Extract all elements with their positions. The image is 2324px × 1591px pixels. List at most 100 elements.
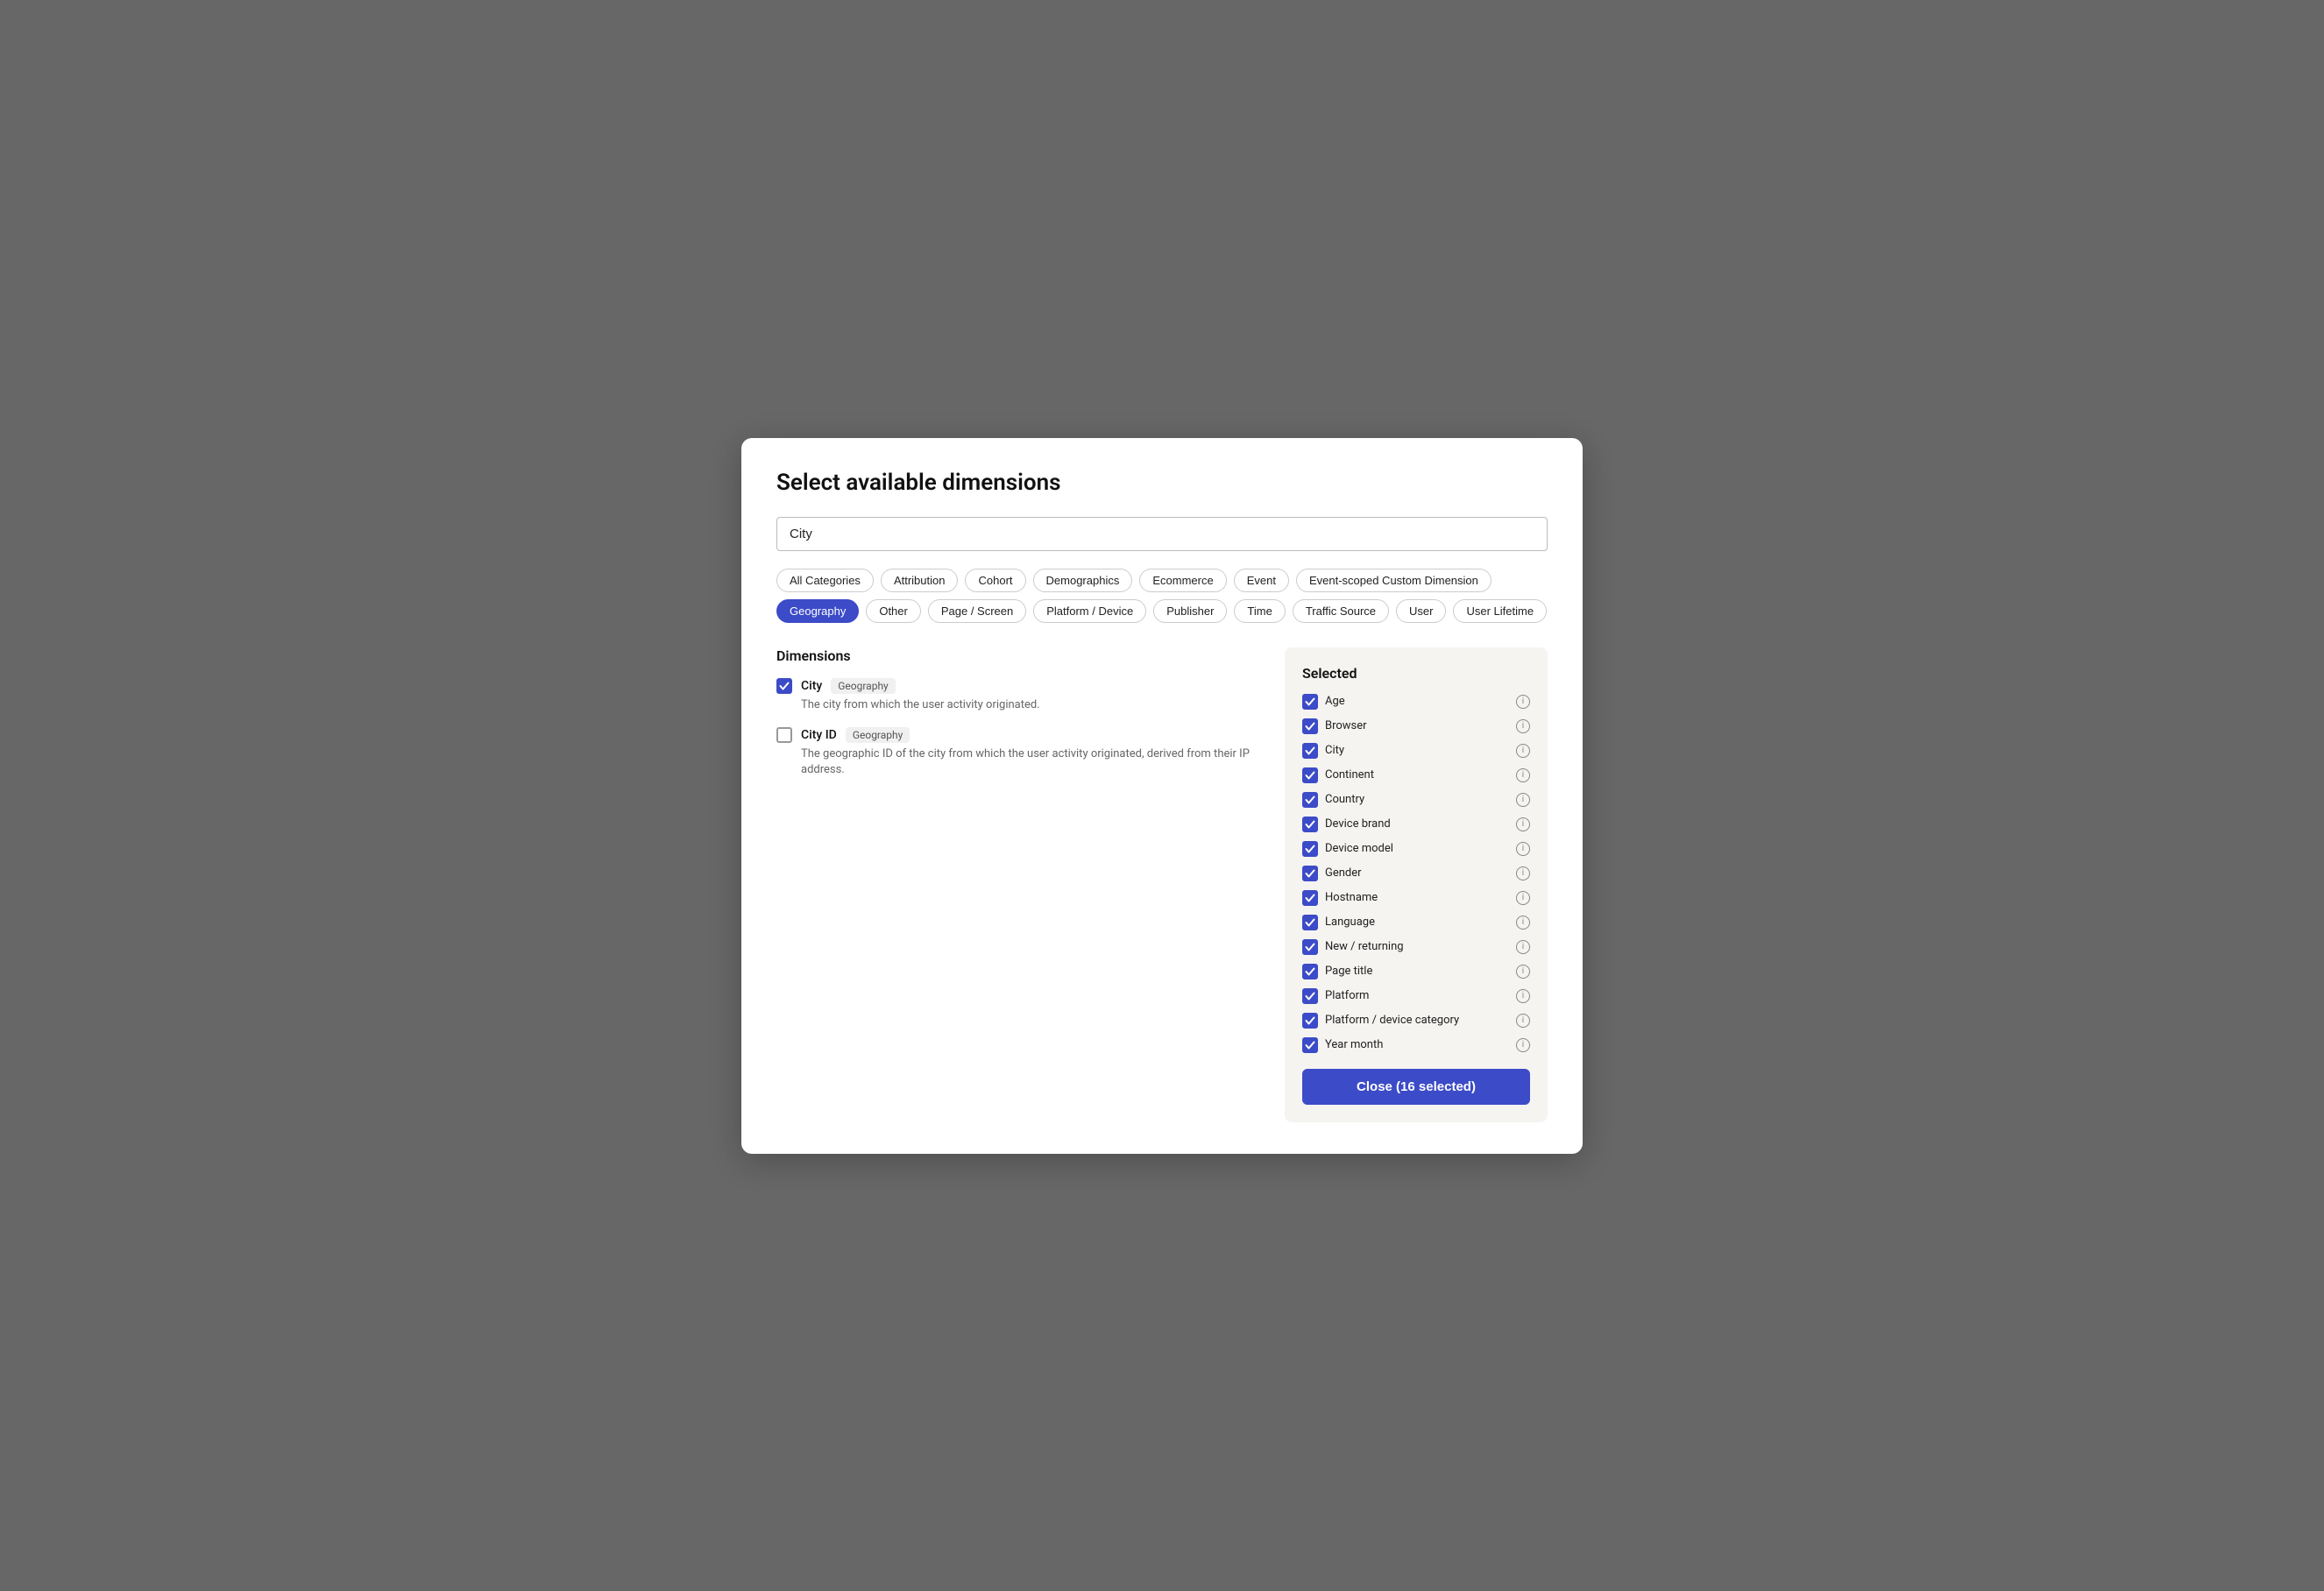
selected-item: Device model i [1302, 841, 1530, 857]
dimension-checkbox[interactable] [776, 678, 792, 694]
dimension-item: City ID Geography The geographic ID of the… [776, 727, 1264, 778]
info-icon[interactable]: i [1516, 965, 1530, 979]
selected-item-name: Platform [1325, 989, 1509, 1002]
chip-platform---device[interactable]: Platform / Device [1033, 599, 1146, 623]
selected-item-name: Hostname [1325, 891, 1509, 904]
selected-item-checkbox[interactable] [1302, 792, 1318, 808]
selected-item-checkbox[interactable] [1302, 1013, 1318, 1029]
chip-demographics[interactable]: Demographics [1033, 569, 1133, 592]
dimension-name: City ID [801, 728, 837, 742]
selected-item: Agei [1302, 694, 1530, 710]
info-icon[interactable]: i [1516, 1014, 1530, 1028]
dimension-tag: Geography [831, 678, 896, 694]
selected-item-name: Gender [1325, 866, 1509, 880]
chip-event[interactable]: Event [1234, 569, 1289, 592]
chip-user[interactable]: User [1396, 599, 1446, 623]
info-icon[interactable]: i [1516, 695, 1530, 709]
selected-item-name: Device brand [1325, 817, 1509, 831]
selected-item: Continent i [1302, 767, 1530, 783]
selected-item-name: Page title [1325, 965, 1509, 978]
selected-item-name: Platform / device category [1325, 1014, 1509, 1027]
selected-item-checkbox[interactable] [1302, 841, 1318, 857]
selected-item-name: Browser [1325, 719, 1509, 732]
selected-item-checkbox[interactable] [1302, 743, 1318, 759]
selected-item-checkbox[interactable] [1302, 866, 1318, 881]
chip-geography[interactable]: Geography [776, 599, 859, 623]
dimension-row: City ID Geography [776, 727, 1264, 743]
info-icon[interactable]: i [1516, 940, 1530, 954]
selected-item-name: Continent [1325, 768, 1509, 781]
selected-title: Selected [1302, 665, 1530, 682]
selected-item-name: City [1325, 744, 1509, 757]
chip-event-scoped-custom-dimension[interactable]: Event-scoped Custom Dimension [1296, 569, 1491, 592]
info-icon[interactable]: i [1516, 866, 1530, 880]
chip-other[interactable]: Other [866, 599, 921, 623]
selected-item-checkbox[interactable] [1302, 1037, 1318, 1053]
selected-item: Platform / device category i [1302, 1013, 1530, 1029]
selected-item-name: Device model [1325, 842, 1509, 855]
info-icon[interactable]: i [1516, 744, 1530, 758]
info-icon[interactable]: i [1516, 793, 1530, 807]
info-icon[interactable]: i [1516, 719, 1530, 733]
info-icon[interactable]: i [1516, 768, 1530, 782]
info-icon[interactable]: i [1516, 842, 1530, 856]
dimension-checkbox[interactable] [776, 727, 792, 743]
selected-item: Page title i [1302, 964, 1530, 979]
chip-user-lifetime[interactable]: User Lifetime [1453, 599, 1547, 623]
search-input[interactable] [776, 517, 1548, 551]
selected-list: AgeiBrowseriCityiContinentiCountryiDevic… [1302, 694, 1530, 1053]
chip-attribution[interactable]: Attribution [881, 569, 959, 592]
selected-item: Country i [1302, 792, 1530, 808]
modal-title: Select available dimensions [776, 470, 1548, 496]
info-icon[interactable]: i [1516, 891, 1530, 905]
selected-item-checkbox[interactable] [1302, 767, 1318, 783]
close-button[interactable]: Close (16 selected) [1302, 1069, 1530, 1105]
selected-item-name: Year month [1325, 1038, 1509, 1051]
info-icon[interactable]: i [1516, 916, 1530, 930]
chip-time[interactable]: Time [1234, 599, 1285, 623]
chip-cohort[interactable]: Cohort [965, 569, 1025, 592]
selected-item: Cityi [1302, 743, 1530, 759]
chip-traffic-source[interactable]: Traffic Source [1293, 599, 1389, 623]
selected-item: New / returning i [1302, 939, 1530, 955]
dimensions-panel: Dimensions City Geography The city from wh… [776, 647, 1264, 1122]
dimensions-list: City Geography The city from which the use… [776, 678, 1264, 779]
selected-item-checkbox[interactable] [1302, 694, 1318, 710]
chip-publisher[interactable]: Publisher [1153, 599, 1227, 623]
selected-item-checkbox[interactable] [1302, 964, 1318, 979]
dimension-row: City Geography [776, 678, 1264, 694]
dimension-description: The city from which the user activity or… [801, 697, 1264, 713]
dimensions-modal: Select available dimensions All Categori… [741, 438, 1583, 1154]
selected-item-name: New / returning [1325, 940, 1509, 953]
selected-item: Browser i [1302, 718, 1530, 734]
main-content: Dimensions City Geography The city from wh… [776, 647, 1548, 1122]
dimension-description: The geographic ID of the city from which… [801, 746, 1264, 778]
filter-chips: All Categories Attribution Cohort Demograph… [776, 569, 1548, 623]
selected-item: Genderi [1302, 866, 1530, 881]
dimensions-title: Dimensions [776, 647, 1264, 664]
selected-item: Year month i [1302, 1037, 1530, 1053]
dimension-item: City Geography The city from which the use… [776, 678, 1264, 713]
chip-page---screen[interactable]: Page / Screen [928, 599, 1026, 623]
selected-item-checkbox[interactable] [1302, 988, 1318, 1004]
info-icon[interactable]: i [1516, 817, 1530, 831]
modal-overlay: Select available dimensions All Categori… [0, 0, 2324, 1591]
selected-item-name: Country [1325, 793, 1509, 806]
info-icon[interactable]: i [1516, 989, 1530, 1003]
selected-item-checkbox[interactable] [1302, 890, 1318, 906]
dimension-name: City [801, 679, 822, 693]
selected-item: Hostname i [1302, 890, 1530, 906]
chip-all-categories[interactable]: All Categories [776, 569, 874, 592]
selected-item-name: Language [1325, 916, 1509, 929]
selected-panel: Selected AgeiBrowseriCityiContinentiCoun… [1285, 647, 1548, 1122]
selected-item: Platform i [1302, 988, 1530, 1004]
selected-item-checkbox[interactable] [1302, 718, 1318, 734]
selected-item: Language i [1302, 915, 1530, 930]
selected-item-checkbox[interactable] [1302, 939, 1318, 955]
chip-ecommerce[interactable]: Ecommerce [1139, 569, 1226, 592]
selected-item-checkbox[interactable] [1302, 915, 1318, 930]
dimension-tag: Geography [846, 727, 910, 743]
info-icon[interactable]: i [1516, 1038, 1530, 1052]
selected-item-checkbox[interactable] [1302, 817, 1318, 832]
selected-item-name: Age [1325, 695, 1509, 708]
